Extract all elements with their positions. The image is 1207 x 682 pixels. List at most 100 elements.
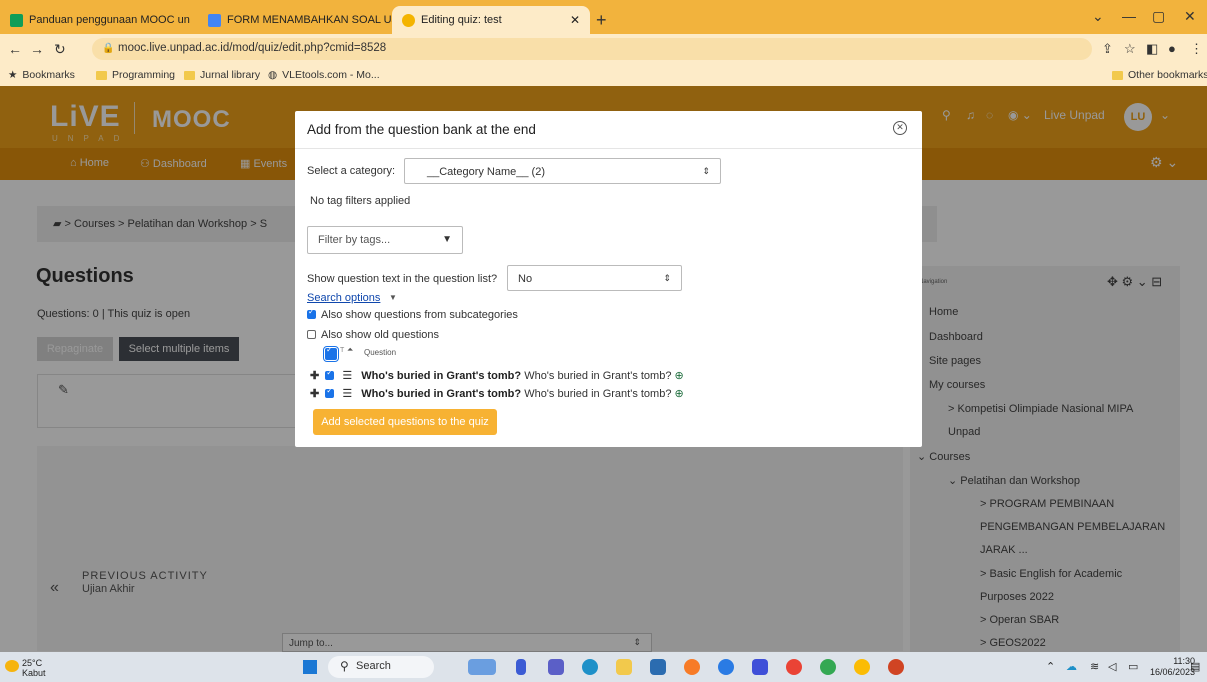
question-bank-dialog: Add from the question bank at the end ✕ …	[295, 111, 922, 447]
category-select[interactable]: __Category Name__ (2) ⇕	[404, 158, 721, 184]
browser-icon[interactable]	[718, 659, 734, 675]
dialog-title: Add from the question bank at the end	[307, 122, 536, 137]
show-text-label: Show question text in the question list?	[307, 273, 498, 285]
tab-editing-quiz[interactable]: Editing quiz: test ✕	[392, 6, 590, 34]
weather-icon	[5, 660, 19, 672]
chrome-icon[interactable]	[854, 659, 870, 675]
category-label: Select a category:	[307, 165, 396, 177]
bookmark-vletools[interactable]: ◍ VLEtools.com - Mo...	[268, 69, 380, 81]
forms-icon	[208, 13, 221, 27]
divider	[295, 148, 922, 149]
add-selected-button[interactable]: Add selected questions to the quiz	[313, 409, 497, 435]
bookmark-programming[interactable]: Programming	[96, 69, 175, 81]
bookmarks-button[interactable]: ★ Bookmarks	[8, 69, 75, 81]
menu-icon[interactable]: ⋮	[1190, 41, 1203, 57]
bookmarks-bar: ★ Bookmarks Programming Jurnal library ◍…	[0, 64, 1207, 86]
onedrive-icon[interactable]: ☁	[1066, 660, 1077, 673]
question-column-header[interactable]: Question	[364, 348, 396, 357]
close-window-button[interactable]: ✕	[1184, 8, 1196, 25]
new-tab-button[interactable]: +	[596, 10, 607, 31]
close-icon[interactable]: ✕	[893, 121, 907, 135]
question-name: Who's buried in Grant's tomb?	[361, 388, 522, 400]
question-row: ✚ ☰ Who's buried in Grant's tomb? Who's …	[310, 368, 684, 382]
bookmark-other[interactable]: Other bookmarks	[1112, 69, 1207, 81]
firefox-icon[interactable]	[684, 659, 700, 675]
edge-icon[interactable]	[582, 659, 598, 675]
taskbar: 25°C Kabut ⚲ Search ⌃ ☁ ≋ ◁ ▭ 11:30 16/0…	[0, 652, 1207, 682]
store-icon[interactable]	[650, 659, 666, 675]
checkbox-checked-icon[interactable]	[325, 386, 335, 398]
close-tab-icon[interactable]: ✕	[562, 13, 580, 27]
checkbox-unchecked-icon	[307, 330, 316, 339]
type-column-header[interactable]: T	[340, 347, 344, 354]
sort-asc-icon[interactable]: ⏶	[347, 345, 353, 355]
checkbox-checked-icon	[323, 345, 339, 362]
weather-widget[interactable]: 25°C Kabut	[22, 658, 46, 678]
question-name: Who's buried in Grant's tomb?	[361, 370, 522, 382]
powerpoint-icon[interactable]	[888, 659, 904, 675]
search-options-link[interactable]: Search options	[307, 292, 380, 304]
select-caret-icon: ⇕	[702, 166, 710, 176]
clock[interactable]: 11:30 16/06/2023	[1150, 656, 1195, 678]
back-icon[interactable]: ←	[8, 41, 22, 57]
task-view-icon[interactable]	[516, 659, 526, 675]
folder-icon	[1112, 70, 1123, 80]
checkbox-checked-icon[interactable]	[325, 368, 335, 380]
question-text: Who's buried in Grant's tomb?	[524, 388, 672, 400]
share-icon[interactable]: ⇪	[1102, 41, 1113, 57]
bookmark-jurnal[interactable]: Jurnal library	[184, 69, 260, 81]
profile-icon[interactable]: ●	[1168, 41, 1176, 56]
star-icon: ★	[8, 69, 18, 81]
chrome-icon[interactable]	[820, 659, 836, 675]
caret-down-icon: ▼	[389, 293, 397, 302]
old-questions-checkbox[interactable]: Also show old questions	[307, 329, 439, 341]
select-caret-icon: ⇕	[663, 273, 671, 283]
moodle-icon	[402, 13, 415, 27]
wifi-icon[interactable]: ≋	[1090, 660, 1099, 673]
maximize-button[interactable]: ▢	[1152, 8, 1165, 25]
folder-icon	[184, 70, 195, 80]
forward-icon[interactable]: →	[30, 41, 44, 57]
tab-panduan[interactable]: Panduan penggunaan MOOC un ✕	[0, 6, 196, 34]
app-icon[interactable]	[752, 659, 768, 675]
question-row: ✚ ☰ Who's buried in Grant's tomb? Who's …	[310, 386, 684, 400]
question-text: Who's buried in Grant's tomb?	[524, 370, 672, 382]
volume-icon[interactable]: ◁	[1108, 660, 1116, 673]
taskbar-search[interactable]: ⚲ Search	[328, 656, 434, 678]
multichoice-icon: ☰	[342, 370, 353, 382]
folder-icon	[96, 70, 107, 80]
chrome-icon[interactable]	[786, 659, 802, 675]
no-tags-text: No tag filters applied	[310, 195, 411, 207]
show-text-select[interactable]: No ⇕	[507, 265, 682, 291]
minimize-button[interactable]: —	[1122, 8, 1136, 24]
subcategories-checkbox[interactable]: Also show questions from subcategories	[307, 307, 518, 321]
teams-icon[interactable]	[548, 659, 564, 675]
drive-icon	[10, 13, 23, 27]
file-explorer-icon[interactable]	[616, 659, 632, 675]
star-icon[interactable]: ☆	[1124, 41, 1136, 57]
url-field[interactable]: 🔒 mooc.live.unpad.ac.id/mod/quiz/edit.ph…	[92, 38, 1092, 60]
preview-icon[interactable]: ⊕	[675, 388, 684, 400]
search-icon: ⚲	[340, 659, 349, 673]
tab-search-icon[interactable]: ⌄	[1092, 8, 1104, 25]
plus-icon[interactable]: ✚	[310, 370, 319, 382]
browser-tab-bar: Panduan penggunaan MOOC un ✕ FORM MENAMB…	[0, 0, 1207, 34]
notification-icon[interactable]: ▤	[1190, 660, 1200, 673]
tab-form[interactable]: FORM MENAMBAHKAN SOAL UJ ✕	[198, 6, 392, 34]
sidepanel-icon[interactable]: ◧	[1146, 41, 1158, 57]
multichoice-icon: ☰	[342, 388, 353, 400]
lock-icon: 🔒	[102, 43, 115, 54]
chevron-up-icon[interactable]: ⌃	[1046, 660, 1055, 673]
widgets-icon[interactable]	[468, 659, 496, 675]
battery-icon[interactable]: ▭	[1128, 660, 1138, 673]
tag-filter-input[interactable]: Filter by tags... ▼	[307, 226, 463, 254]
dropdown-triangle-icon: ▼	[442, 234, 452, 245]
close-tab-icon[interactable]: ✕	[190, 13, 196, 27]
globe-icon: ◍	[268, 69, 278, 81]
address-bar-row: ← → ↻ 🔒 mooc.live.unpad.ac.id/mod/quiz/e…	[0, 34, 1207, 64]
plus-icon[interactable]: ✚	[310, 388, 319, 400]
preview-icon[interactable]: ⊕	[675, 370, 684, 382]
windows-start-icon[interactable]	[303, 660, 317, 674]
reload-icon[interactable]: ↻	[54, 41, 66, 58]
checkbox-checked-icon	[307, 307, 316, 319]
